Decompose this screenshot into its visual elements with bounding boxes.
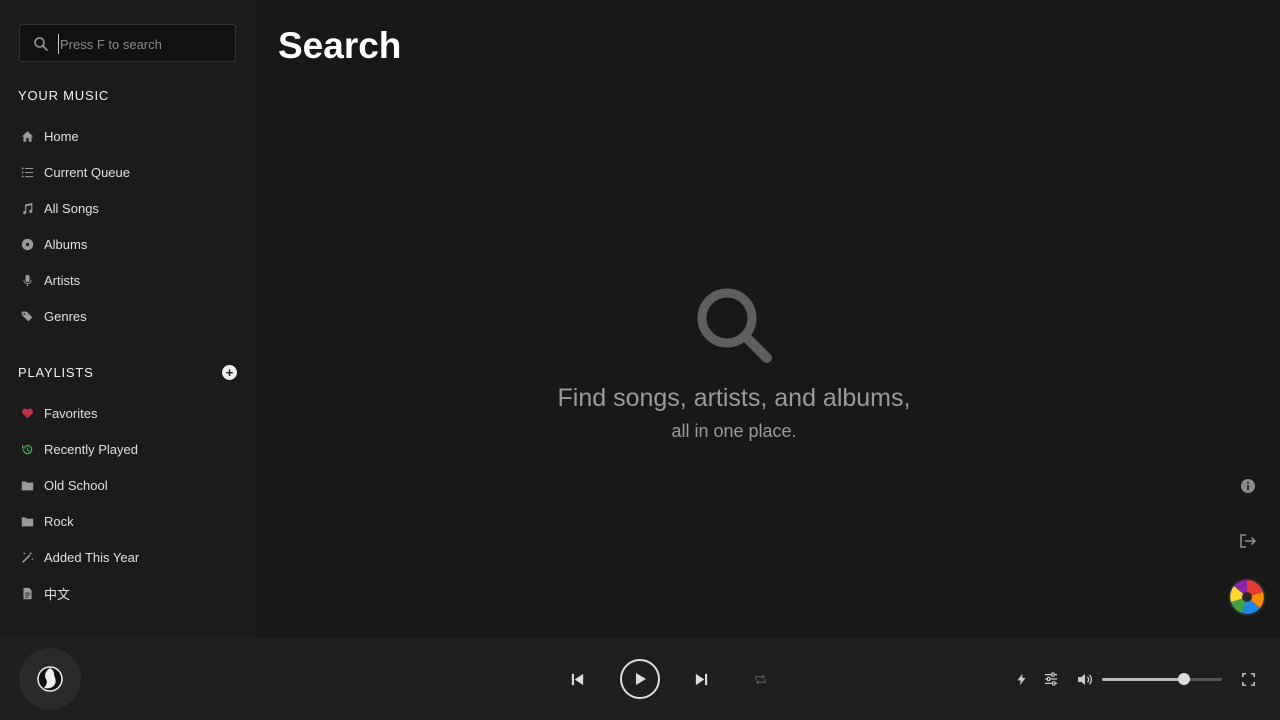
sidebar-item-label: Genres	[44, 308, 87, 324]
sidebar-item-home[interactable]: Home	[18, 124, 238, 148]
info-icon	[1241, 479, 1255, 493]
microphone-icon	[18, 271, 36, 289]
skip-previous-icon	[571, 673, 583, 685]
repeat-icon	[754, 673, 766, 685]
playlist-item-added-this-year[interactable]: Added This Year	[18, 545, 238, 569]
playlist-item-label: Favorites	[44, 405, 98, 421]
playlist-item-label: Added This Year	[44, 549, 140, 565]
playlist-item-recently-played[interactable]: Recently Played	[18, 437, 238, 461]
app-window: YOUR MUSIC Home Current Queue All Songs …	[0, 0, 1280, 720]
tags-icon	[18, 307, 36, 325]
main-panel: Search Find songs, artists, and albums, …	[256, 0, 1280, 638]
sidebar-item-label: Current Queue	[44, 164, 130, 180]
queue-icon	[18, 163, 36, 181]
home-icon	[18, 127, 36, 145]
folder-icon	[18, 512, 36, 530]
playlist-item-label: Recently Played	[44, 441, 138, 457]
lightning-button[interactable]	[1010, 668, 1032, 690]
sidebar-item-label: Home	[44, 128, 79, 144]
sidebar-item-all-songs[interactable]: All Songs	[18, 196, 238, 220]
empty-state-subline: all in one place.	[671, 421, 797, 441]
sidebar-item-label: Albums	[44, 236, 88, 252]
skip-next-icon	[695, 673, 707, 685]
next-button[interactable]	[690, 668, 712, 690]
file-icon	[18, 584, 36, 602]
volume-slider[interactable]	[1102, 673, 1222, 685]
sidebar-item-artists[interactable]: Artists	[18, 268, 238, 292]
album-art-icon	[37, 666, 63, 692]
playlist-item-label: 中文	[44, 586, 71, 602]
volume-slider-fill	[1102, 678, 1184, 681]
magic-wand-icon	[18, 548, 36, 566]
user-avatar[interactable]	[1228, 578, 1266, 616]
volume-slider-handle[interactable]	[1177, 673, 1190, 685]
repeat-button[interactable]	[749, 668, 771, 690]
volume-icon	[1077, 673, 1092, 685]
empty-state-headline: Find songs, artists, and albums,	[557, 384, 911, 412]
album-cover[interactable]	[19, 648, 81, 710]
folder-icon	[18, 476, 36, 494]
search-box[interactable]	[19, 24, 236, 62]
sidebar-item-label: All Songs	[44, 200, 99, 216]
play-icon	[636, 673, 646, 685]
info-button[interactable]	[1236, 474, 1260, 498]
empty-state: Find songs, artists, and albums, all in …	[256, 284, 1212, 442]
sidebar-item-albums[interactable]: Albums	[18, 232, 238, 256]
lightning-icon	[1016, 673, 1026, 685]
playlist-item-old-school[interactable]: Old School	[18, 473, 238, 497]
volume-button[interactable]	[1074, 668, 1096, 690]
music-note-icon	[18, 199, 36, 217]
sidebar-item-label: Artists	[44, 272, 81, 288]
search-icon	[33, 36, 49, 52]
history-icon	[18, 440, 36, 458]
fullscreen-button[interactable]	[1237, 668, 1259, 690]
player-bar	[0, 638, 1280, 720]
disc-icon	[18, 235, 36, 253]
logout-button[interactable]	[1236, 529, 1260, 553]
playlist-item-label: Rock	[44, 513, 74, 529]
previous-button[interactable]	[566, 668, 588, 690]
heart-icon	[18, 404, 36, 422]
playlist-item-rock[interactable]: Rock	[18, 509, 238, 533]
playlists-heading: PLAYLISTS	[18, 365, 94, 380]
logout-icon	[1240, 534, 1257, 548]
playlist-item-chinese[interactable]: 中文	[18, 581, 238, 605]
page-title: Search	[278, 25, 402, 66]
search-input[interactable]	[58, 34, 228, 54]
sidebar: YOUR MUSIC Home Current Queue All Songs …	[0, 0, 256, 638]
sidebar-item-genres[interactable]: Genres	[18, 304, 238, 328]
sidebar-item-current-queue[interactable]: Current Queue	[18, 160, 238, 184]
add-playlist-button[interactable]: +	[222, 365, 237, 380]
playlist-item-label: Old School	[44, 477, 108, 493]
search-icon	[693, 284, 775, 366]
sliders-icon	[1044, 672, 1058, 686]
play-button[interactable]	[620, 659, 660, 699]
fullscreen-icon	[1241, 672, 1255, 686]
playlist-item-favorites[interactable]: Favorites	[18, 401, 238, 425]
your-music-heading: YOUR MUSIC	[18, 88, 110, 103]
equalizer-button[interactable]	[1040, 668, 1062, 690]
